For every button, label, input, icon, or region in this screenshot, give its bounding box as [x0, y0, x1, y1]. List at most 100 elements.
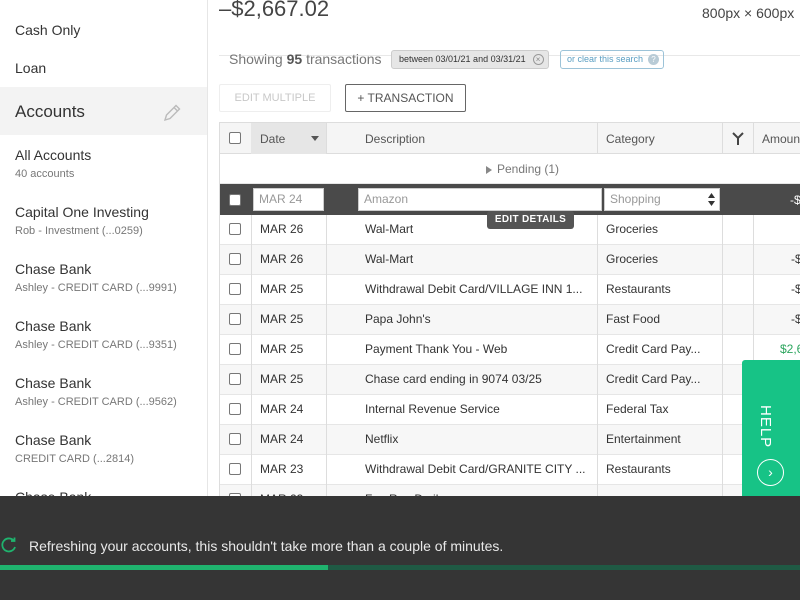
row-description: Wal-Mart [365, 222, 414, 236]
date-column-header[interactable]: Date [251, 123, 326, 154]
table-row[interactable]: MAR 24 Netflix Entertainment [220, 425, 800, 455]
table-row[interactable]: MAR 25 Withdrawal Debit Card/VILLAGE INN… [220, 275, 800, 305]
row-checkbox[interactable] [229, 223, 241, 235]
row-checkbox[interactable] [229, 194, 241, 206]
table-row[interactable]: MAR 24 Internal Revenue Service Federal … [220, 395, 800, 425]
row-date: MAR 25 [260, 312, 304, 326]
transactions-table: Date Description Category Amount Pending… [219, 122, 800, 522]
account-item[interactable]: Chase Bank Ashley - CREDIT CARD (...9351… [15, 318, 177, 351]
row-description: Withdrawal Debit Card/VILLAGE INN 1... [365, 282, 583, 296]
table-row[interactable]: MAR 26 Wal-Mart Groceries [220, 215, 800, 245]
row-description: Withdrawal Debit Card/GRANITE CITY ... [365, 462, 586, 476]
row-checkbox[interactable] [229, 253, 241, 265]
transaction-count: 95 [286, 51, 303, 67]
clear-search-link[interactable]: or clear this search ? [560, 50, 665, 69]
account-balance: –$2,667.02 [219, 0, 330, 21]
select-all-checkbox[interactable] [229, 132, 241, 144]
account-subtitle: Ashley - CREDIT CARD (...9991) [15, 282, 177, 294]
row-description: Payment Thank You - Web [365, 342, 508, 356]
account-name: Capital One Investing [15, 204, 149, 220]
showing-suffix: transactions [306, 51, 382, 67]
row-category: Restaurants [606, 282, 671, 296]
date-filter-chip[interactable]: between 03/01/21 and 03/31/21 × [391, 50, 549, 69]
account-subtitle: Ashley - CREDIT CARD (...9351) [15, 339, 177, 351]
row-amount: -$ [791, 282, 800, 296]
account-item[interactable]: Chase Bank CREDIT CARD (...2814) [15, 432, 134, 465]
table-header: Date Description Category Amount [220, 122, 800, 154]
sidebar-item-cash-only[interactable]: Cash Only [15, 22, 80, 38]
accounts-title: Accounts [15, 102, 85, 121]
progress-fill [0, 565, 328, 570]
category-column-header[interactable]: Category [606, 132, 655, 146]
account-item[interactable]: Capital One Investing Rob - Investment (… [15, 204, 149, 237]
pending-label: Pending (1) [497, 162, 560, 176]
category-select[interactable]: Shopping [604, 188, 720, 211]
row-checkbox[interactable] [229, 463, 241, 475]
pencil-icon[interactable] [162, 103, 182, 123]
sidebar-item-loan[interactable]: Loan [15, 60, 46, 76]
row-description: Papa John's [365, 312, 431, 326]
row-date: MAR 26 [260, 222, 304, 236]
account-item[interactable]: All Accounts 40 accounts [15, 147, 91, 180]
add-transaction-button[interactable]: + TRANSACTION [345, 84, 466, 112]
row-checkbox[interactable] [229, 433, 241, 445]
amount-field[interactable]: -$ [790, 193, 800, 207]
select-arrows-icon [708, 193, 715, 206]
date-field[interactable]: MAR 24 [253, 188, 324, 211]
account-subtitle: CREDIT CARD (...2814) [15, 453, 134, 465]
table-row[interactable]: MAR 25 Payment Thank You - Web Credit Ca… [220, 335, 800, 365]
account-subtitle: Ashley - CREDIT CARD (...9562) [15, 396, 177, 408]
account-name: Chase Bank [15, 261, 92, 277]
row-category: Groceries [606, 222, 659, 236]
row-amount: -$ [791, 252, 800, 266]
row-description: Chase card ending in 9074 03/25 [365, 372, 542, 386]
account-name: All Accounts [15, 147, 92, 163]
table-row[interactable]: MAR 25 Chase card ending in 9074 03/25 C… [220, 365, 800, 395]
date-filter-label: between 03/01/21 and 03/31/21 [399, 54, 526, 64]
account-name: Chase Bank [15, 375, 92, 391]
pending-toggle[interactable]: Pending (1) [220, 154, 800, 184]
description-column-header[interactable]: Description [365, 132, 425, 146]
sort-down-icon [311, 136, 319, 141]
account-subtitle: 40 accounts [15, 168, 75, 180]
refresh-icon [1, 537, 16, 553]
row-date: MAR 24 [260, 432, 304, 446]
row-checkbox[interactable] [229, 403, 241, 415]
chevron-right-icon[interactable]: › [757, 459, 784, 486]
row-category: Entertainment [606, 432, 681, 446]
split-icon[interactable] [731, 132, 745, 146]
row-date: MAR 24 [260, 402, 304, 416]
close-icon[interactable]: × [532, 54, 544, 65]
account-name: Chase Bank [15, 432, 92, 448]
row-date: MAR 25 [260, 282, 304, 296]
account-item[interactable]: Chase Bank Ashley - CREDIT CARD (...9562… [15, 375, 177, 408]
edit-multiple-button[interactable]: EDIT MULTIPLE [219, 84, 331, 112]
description-field[interactable]: Amazon [358, 188, 602, 211]
viewport-size-label: 800px × 600px [702, 5, 795, 21]
row-checkbox[interactable] [229, 313, 241, 325]
row-category: Fast Food [606, 312, 661, 326]
row-checkbox[interactable] [229, 283, 241, 295]
row-category: Credit Card Pay... [606, 372, 701, 386]
row-date: MAR 26 [260, 252, 304, 266]
amount-column-header[interactable]: Amount [762, 132, 800, 146]
account-subtitle: Rob - Investment (...0259) [15, 225, 143, 237]
row-category: Federal Tax [606, 402, 669, 416]
row-description: Wal-Mart [365, 252, 414, 266]
row-description: Netflix [365, 432, 399, 446]
help-label: HELP [757, 405, 774, 449]
showing-summary: Showing 95 transactions [229, 51, 382, 67]
row-checkbox[interactable] [229, 373, 241, 385]
table-row[interactable]: MAR 26 Wal-Mart Groceries -$ [220, 245, 800, 275]
account-item[interactable]: Chase Bank Ashley - CREDIT CARD (...9991… [15, 261, 177, 294]
row-checkbox[interactable] [229, 343, 241, 355]
row-date: MAR 23 [260, 462, 304, 476]
table-row[interactable]: MAR 23 Withdrawal Debit Card/GRANITE CIT… [220, 455, 800, 485]
row-category: Credit Card Pay... [606, 342, 701, 356]
table-row[interactable]: MAR 25 Papa John's Fast Food -$ [220, 305, 800, 335]
help-icon[interactable]: ? [648, 54, 660, 65]
row-amount: $2,6 [780, 342, 800, 356]
row-date: MAR 25 [260, 342, 304, 356]
showing-prefix: Showing [229, 51, 283, 67]
row-category: Restaurants [606, 462, 671, 476]
